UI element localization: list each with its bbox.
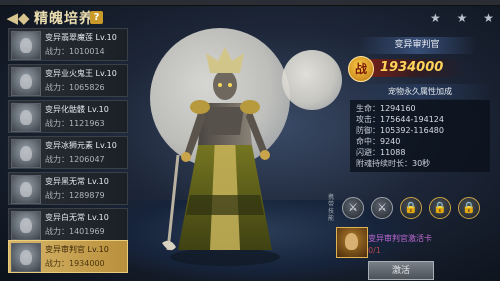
judge-character-model (162, 47, 280, 266)
page-title: 精魄培养 (34, 11, 94, 27)
power-badge-icon: 战 (348, 56, 374, 82)
pet-list: 变异翡翠魔莲 Lv.10 战力：1010014 变异业火鬼王 Lv.10 战力：… (8, 28, 128, 281)
claw-skill-icon[interactable]: ⚔ (342, 197, 364, 219)
pet-avatar (11, 211, 41, 240)
lock-icon[interactable]: 🔒 (400, 197, 422, 219)
lock-icon[interactable]: 🔒 (458, 197, 480, 219)
pet-name: 变异业火鬼王 Lv.10 (45, 69, 117, 78)
pet-name: 变异化骷髅 Lv.10 (45, 105, 109, 114)
pet-list-item[interactable]: 变异化骷髅 Lv.10 战力：1121963 (8, 100, 128, 133)
pet-list-item[interactable]: 变异黑无常 Lv.10 战力：1289879 (8, 172, 128, 205)
back-arrow-icon[interactable]: ◀◆ (4, 9, 32, 27)
activate-button[interactable]: 激活 (368, 261, 434, 280)
pet-avatar (11, 67, 41, 96)
pet-power: 战力：1401969 (45, 227, 105, 236)
game-screen: ◀◆ 精魄培养 ? ★ ★ ★ 变异翡翠魔莲 Lv.10 战力：1010014 … (0, 0, 500, 281)
pet-name: 变异白无常 Lv.10 (45, 213, 109, 222)
pet-avatar (11, 243, 41, 272)
pet-list-item[interactable]: 变异业火鬼王 Lv.10 战力：1065826 (8, 64, 128, 97)
pet-list-item[interactable]: 变异白无常 Lv.10 战力：1401969 (8, 208, 128, 241)
pet-power: 战力：1206047 (45, 155, 105, 164)
pet-avatar (11, 31, 41, 60)
pet-power: 战力：1010014 (45, 47, 105, 56)
selected-pet-name: 变异审判官 (358, 37, 476, 54)
star-decoration: ★ ★ ★ (430, 11, 500, 25)
activation-card-count: 0/1 (368, 246, 381, 255)
skill-label: 携带技能 (328, 194, 335, 222)
lock-icon[interactable]: 🔒 (429, 197, 451, 219)
permanent-attributes-title: 宠物永久属性加成 (350, 84, 490, 99)
header: ◀◆ 精魄培养 ? ★ ★ ★ (0, 6, 500, 30)
pet-name: 变异审判官 Lv.10 (45, 245, 109, 254)
pet-power: 战力：1289879 (45, 191, 105, 200)
pet-avatar (11, 139, 41, 168)
blade-skill-icon[interactable]: ⚔ (371, 197, 393, 219)
detail-panel: 变异审判官 战 1934000 宠物永久属性加成 生命：1294160 攻击：1… (328, 30, 500, 281)
pet-avatar (11, 103, 41, 132)
pet-avatar (11, 175, 41, 204)
power-value: 1934000 (380, 60, 444, 75)
stat-soul-duration: 附魂持续时长：30秒 (356, 159, 431, 168)
pet-name: 变异冰狮元素 Lv.10 (45, 141, 117, 150)
pet-name: 变异黑无常 Lv.10 (45, 177, 109, 186)
pet-list-item[interactable]: 变异翡翠魔莲 Lv.10 战力：1010014 (8, 28, 128, 61)
pet-power: 战力：1065826 (45, 83, 105, 92)
stats-box: 生命：1294160 攻击：175644-194124 防御：105392-11… (350, 100, 490, 172)
stat-hit: 命中：9240 (356, 137, 401, 146)
pet-name: 变异翡翠魔莲 Lv.10 (45, 33, 117, 42)
stat-attack: 攻击：175644-194124 (356, 115, 444, 124)
help-button[interactable]: ? (90, 11, 103, 24)
stat-defense: 防御：105392-116480 (356, 126, 444, 135)
pet-power: 战力：1934000 (45, 259, 105, 268)
pet-list-item-selected[interactable]: 变异审判官 Lv.10 战力：1934000 (8, 240, 128, 273)
stat-hp: 生命：1294160 (356, 104, 416, 113)
pet-list-item[interactable]: 变异冰狮元素 Lv.10 战力：1206047 (8, 136, 128, 169)
stat-dodge: 闪避：11088 (356, 148, 406, 157)
pet-power: 战力：1121963 (45, 119, 105, 128)
activation-card-name: 变异审判官激活卡 (368, 234, 432, 243)
activation-card-icon[interactable] (336, 227, 368, 258)
background-moon-small (282, 50, 342, 110)
